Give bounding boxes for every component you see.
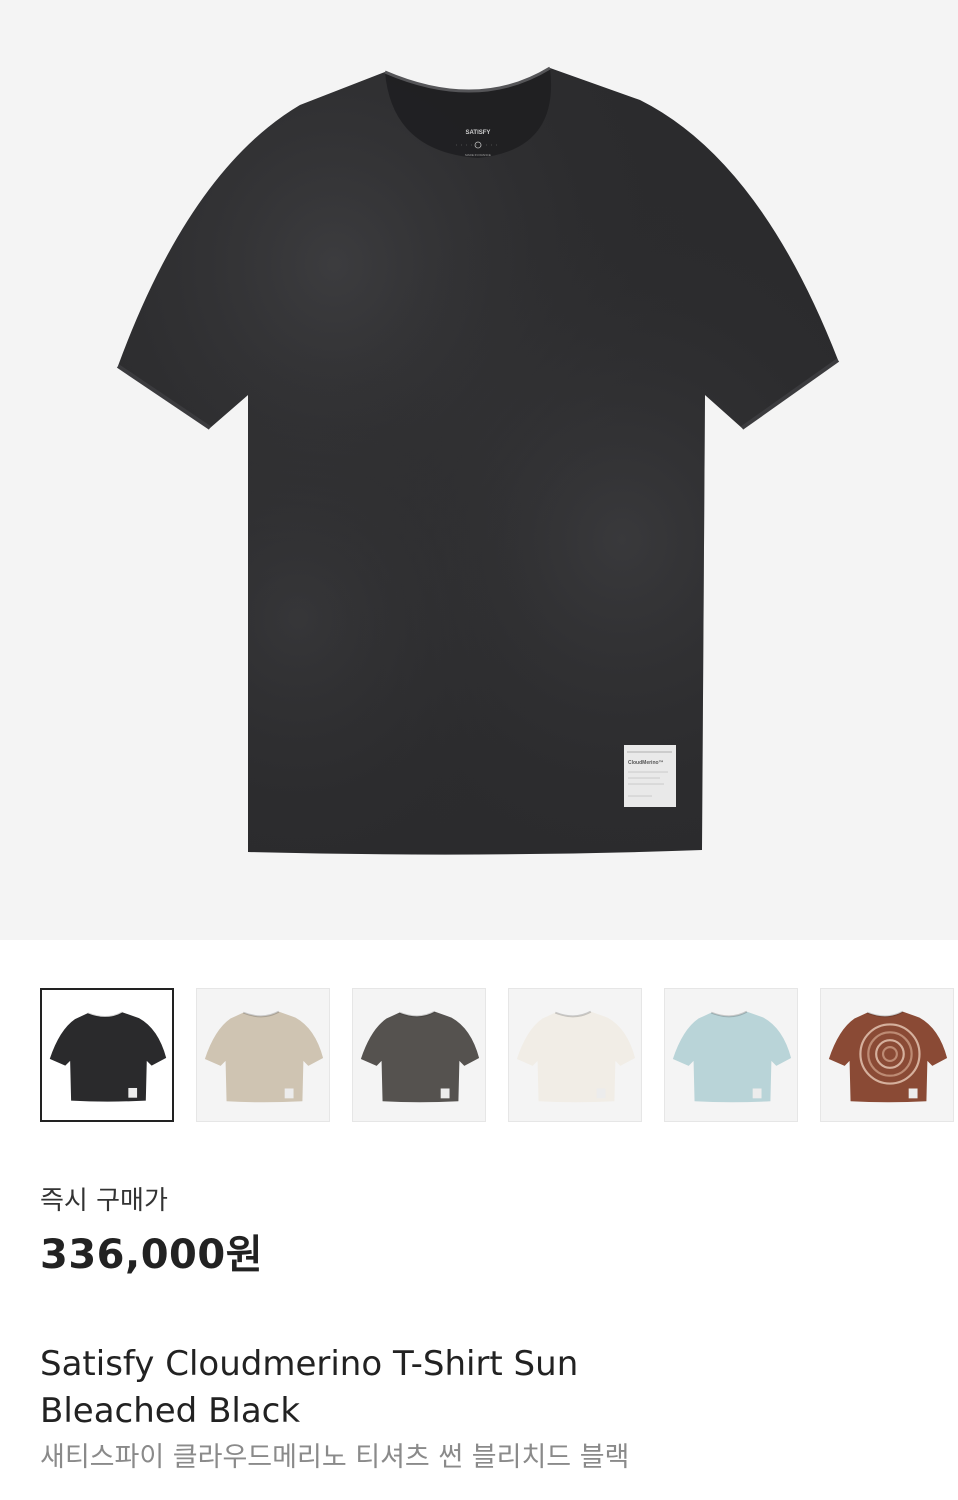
tshirt-icon [516, 1010, 636, 1103]
tshirt-thumbnail-tiedye-brown[interactable] [820, 988, 954, 1122]
tshirt-icon [360, 1010, 480, 1103]
tshirt-thumbnail-white[interactable] [508, 988, 642, 1122]
instant-buy-price-label: 즉시 구매가 [40, 1186, 168, 1216]
tshirt-icon [828, 1010, 948, 1103]
tshirt-thumbnail-black[interactable] [40, 988, 174, 1122]
product-price: 336,000원 [40, 1232, 263, 1278]
hem-label-text: CloudMerino™ [628, 760, 664, 766]
tshirt-image: SATISFY MADE IN FRANCE CloudMerino™ [116, 66, 840, 855]
tshirt-thumbnail-beige[interactable] [196, 988, 330, 1122]
hem-label: CloudMerino™ [624, 745, 676, 807]
tshirt-thumbnail-charcoal[interactable] [352, 988, 486, 1122]
variant-thumbnail-list [0, 988, 958, 1124]
tshirt-icon [672, 1010, 792, 1103]
neck-label-sub: MADE IN FRANCE [465, 153, 491, 157]
tshirt-icon [204, 1010, 324, 1103]
product-title-en: Satisfy Cloudmerino T-Shirt Sun Bleached… [40, 1344, 579, 1431]
tshirt-thumbnail-lightblue[interactable] [664, 988, 798, 1122]
product-main-image[interactable]: SATISFY MADE IN FRANCE CloudMerino™ [0, 0, 958, 940]
product-title-ko: 새티스파이 클라우드메리노 티셔츠 썬 블리치드 블랙 [40, 1442, 630, 1473]
neck-label-brand: SATISFY [466, 130, 491, 136]
tshirt-icon [49, 1011, 167, 1102]
